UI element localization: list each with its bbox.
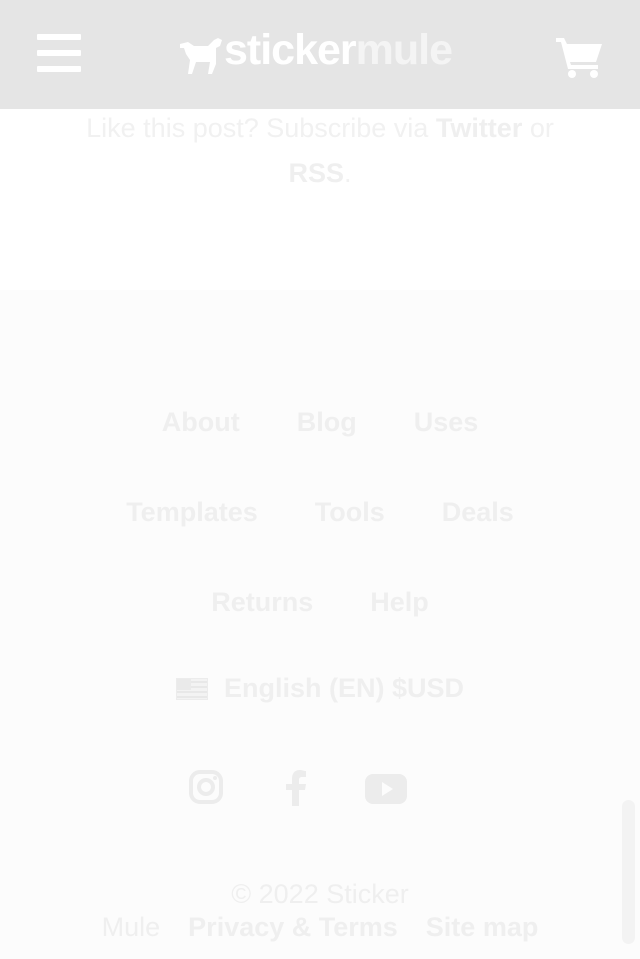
footer-link-uses[interactable]: Uses [414,405,479,439]
language-label: English (EN) $USD [223,673,465,703]
site-header: stickermule [0,0,640,109]
logo-text-mule: mule [355,26,453,74]
mule-icon [180,38,222,74]
cta-or: or [522,113,554,143]
rss-link[interactable]: RSS [288,158,344,188]
cta-period: . [344,158,352,188]
cta-text: Like this post? Subscribe via [86,113,436,143]
footer-link-returns[interactable]: Returns [211,585,313,619]
footer-link-deals[interactable]: Deals [442,495,514,529]
footer-nav-row: Templates Tools Deals [0,495,640,529]
footer-link-about[interactable]: About [162,405,240,439]
language-selector[interactable]: English (EN) $USD [0,673,640,704]
social-links [0,770,640,810]
footer-nav-row: Returns Help [0,585,640,619]
company-name-suffix: Mule [101,912,161,942]
facebook-icon[interactable] [284,770,308,806]
sitemap-link[interactable]: Site map [426,910,539,944]
subscribe-cta: Like this post? Subscribe via Twitter or… [60,106,580,196]
footer-nav-row: About Blog Uses [0,405,640,439]
site-footer: About Blog Uses Templates Tools Deals Re… [0,290,640,959]
footer-link-templates[interactable]: Templates [126,495,258,529]
copyright-text: © 2022 Sticker [231,879,409,909]
us-flag-icon [175,677,208,700]
logo[interactable]: stickermule [178,26,468,76]
cart-icon[interactable] [556,36,604,78]
scrollbar[interactable] [622,800,635,944]
hamburger-menu-icon[interactable] [37,34,81,72]
footer-link-tools[interactable]: Tools [315,495,385,529]
footer-link-help[interactable]: Help [370,585,429,619]
instagram-icon[interactable] [189,770,223,804]
privacy-terms-link[interactable]: Privacy & Terms [188,910,398,944]
legal-row: Mule Privacy & Terms Site map [0,910,640,944]
logo-text-sticker: sticker [224,26,357,74]
footer-link-blog[interactable]: Blog [297,405,357,439]
twitter-link[interactable]: Twitter [436,113,523,143]
youtube-icon[interactable] [365,774,407,804]
